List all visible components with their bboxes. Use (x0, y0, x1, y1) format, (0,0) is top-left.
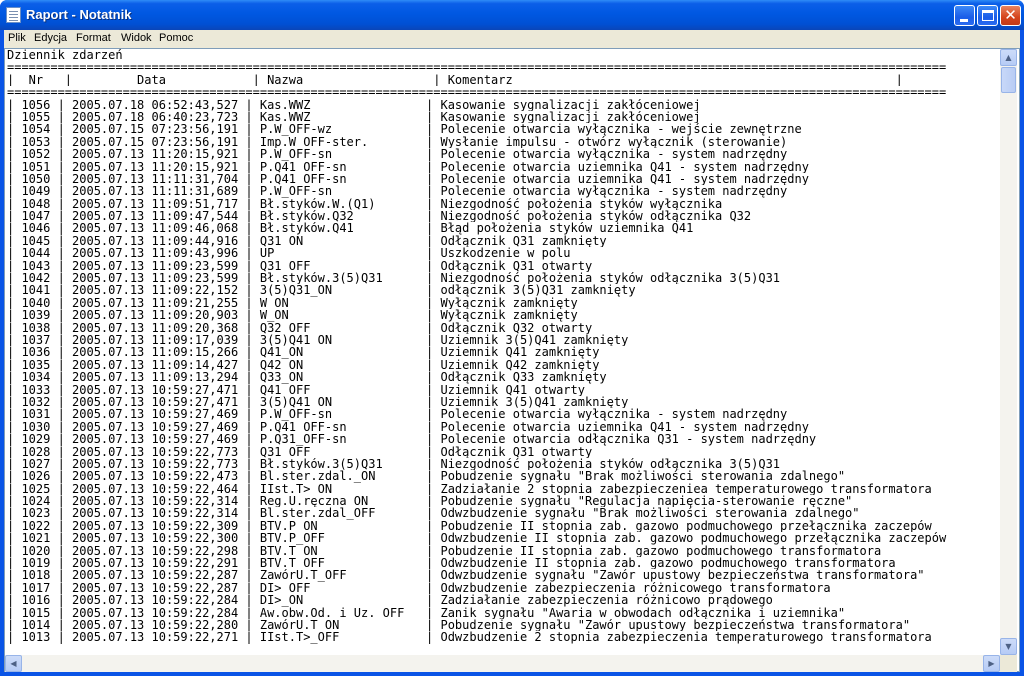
table-row: | 1037 | 2005.07.13 11:09:17,039 | 3(5)Q… (7, 333, 629, 347)
table-row: | 1036 | 2005.07.13 11:09:15,266 | Q41_O… (7, 346, 600, 359)
table-row: | 1016 | 2005.07.13 10:59:22,284 | DI>_O… (7, 594, 773, 607)
table-header: | Nr | Data | Nazwa | Komentarz | (7, 73, 903, 87)
vertical-scroll-thumb[interactable] (1001, 67, 1016, 93)
close-button[interactable]: ✕ (1000, 5, 1021, 26)
table-row: | 1041 | 2005.07.13 11:09:22,152 | 3(5)Q… (7, 284, 636, 297)
scroll-right-button[interactable]: ▶ (983, 655, 1000, 672)
close-icon: ✕ (1004, 6, 1017, 24)
table-row: | 1053 | 2005.07.15 07:23:56,191 | Imp.W… (7, 135, 788, 149)
table-row: | 1046 | 2005.07.13 11:09:46,068 | Bł.st… (7, 222, 694, 235)
table-row: | 1025 | 2005.07.13 10:59:22,464 | IIst.… (7, 482, 932, 496)
menu-plik[interactable]: Plik (8, 32, 26, 44)
menu-format[interactable]: Format (76, 32, 111, 44)
table-row: | 1032 | 2005.07.13 10:59:27,471 | 3(5)Q… (7, 395, 629, 409)
table-row: | 1050 | 2005.07.13 11:11:31,704 | P.Q41… (7, 172, 809, 186)
notepad-icon[interactable] (6, 7, 21, 23)
horizontal-scrollbar[interactable]: ◀ ▶ (5, 655, 1000, 672)
table-row: | 1056 | 2005.07.18 06:52:43,527 | Kas.W… (7, 98, 701, 111)
minimize-button[interactable] (954, 5, 975, 26)
table-row: | 1054 | 2005.07.15 07:23:56,191 | P.W_O… (7, 123, 802, 136)
text-editor[interactable]: Dziennik zdarzeń ========================… (4, 48, 1020, 672)
table-row: | 1020 | 2005.07.13 10:59:22,298 | BTV.T… (7, 544, 882, 558)
menu-widok[interactable]: Widok (121, 32, 152, 44)
maximize-icon (982, 10, 994, 21)
document-heading: Dziennik zdarzeń (7, 49, 123, 62)
table-row: | 1015 | 2005.07.13 10:59:22,284 | Aw.ob… (7, 606, 846, 619)
table-row: | 1017 | 2005.07.13 10:59:22,287 | DI>_O… (7, 581, 831, 595)
minimize-icon (960, 19, 968, 22)
table-row: | 1052 | 2005.07.13 11:20:15,921 | P.W_O… (7, 148, 788, 161)
menu-pomoc[interactable]: Pomoc (159, 32, 193, 44)
table-row: | 1031 | 2005.07.13 10:59:27,469 | P.W_O… (7, 408, 788, 421)
table-row: | 1029 | 2005.07.13 10:59:27,469 | P.Q31… (7, 433, 817, 446)
table-row: | 1051 | 2005.07.13 11:20:15,921 | P.Q41… (7, 160, 809, 173)
notepad-window: Raport - Notatnik ✕ Plik Edycja Format W… (0, 0, 1024, 676)
scroll-left-button[interactable]: ◀ (5, 655, 22, 672)
document-text[interactable]: Dziennik zdarzeń ========================… (7, 49, 1001, 653)
table-row: | 1047 | 2005.07.13 11:09:47,544 | Bł.st… (7, 210, 752, 223)
table-row: | 1026 | 2005.07.13 10:59:22,473 | Bl.st… (7, 470, 846, 483)
scrollbar-corner (1000, 655, 1017, 672)
table-row: | 1042 | 2005.07.13 11:09:23,599 | Bł.st… (7, 272, 781, 285)
scroll-down-button[interactable]: ▼ (1000, 638, 1017, 655)
table-row: | 1040 | 2005.07.13 11:09:21,255 | W_ON … (7, 296, 578, 310)
table-row: | 1030 | 2005.07.13 10:59:27,469 | P.Q41… (7, 420, 809, 434)
window-title: Raport - Notatnik (26, 7, 132, 22)
table-row: | 1022 | 2005.07.13 10:59:22,309 | BTV.P… (7, 519, 932, 533)
table-row: | 1013 | 2005.07.13 10:59:22,271 | IIst.… (7, 631, 932, 644)
table-row: | 1048 | 2005.07.13 11:09:51,717 | Bł.st… (7, 197, 723, 211)
table-row: | 1039 | 2005.07.13 11:09:20,903 | W_ON … (7, 309, 578, 322)
separator-line: ========================================… (7, 86, 947, 99)
menu-edycja[interactable]: Edycja (34, 32, 67, 44)
title-bar[interactable]: Raport - Notatnik ✕ (0, 0, 1024, 30)
table-row: | 1018 | 2005.07.13 10:59:22,287 | Zawór… (7, 569, 925, 582)
table-row: | 1055 | 2005.07.18 06:40:23,723 | Kas.W… (7, 110, 701, 124)
table-row: | 1044 | 2005.07.13 11:09:43,996 | UP | … (7, 247, 571, 260)
scroll-up-button[interactable]: ▲ (1000, 49, 1017, 66)
table-row: | 1014 | 2005.07.13 10:59:22,280 | Zawór… (7, 618, 911, 632)
table-row: | 1045 | 2005.07.13 11:09:44,916 | Q31_O… (7, 234, 607, 248)
table-row: | 1021 | 2005.07.13 10:59:22,300 | BTV.P… (7, 532, 947, 545)
table-row: | 1028 | 2005.07.13 10:59:22,773 | Q31_O… (7, 445, 593, 458)
table-row: | 1049 | 2005.07.13 11:11:31,689 | P.W_O… (7, 185, 788, 198)
table-row: | 1027 | 2005.07.13 10:59:22,773 | Bł.st… (7, 457, 781, 471)
separator-line: ========================================… (7, 61, 947, 74)
table-row: | 1019 | 2005.07.13 10:59:22,291 | BTV.T… (7, 557, 896, 570)
maximize-button[interactable] (977, 5, 998, 26)
table-row: | 1043 | 2005.07.13 11:09:23,599 | Q31_O… (7, 259, 593, 273)
table-row: | 1033 | 2005.07.13 10:59:27,471 | Q41_O… (7, 383, 585, 396)
menu-bar: Plik Edycja Format Widok Pomoc (4, 30, 1020, 48)
table-row: | 1024 | 2005.07.13 10:59:22,314 | Reg.U… (7, 495, 853, 508)
table-row: | 1023 | 2005.07.13 10:59:22,314 | Bl.st… (7, 507, 860, 520)
vertical-scrollbar[interactable]: ▲ ▼ (1000, 49, 1017, 655)
table-row: | 1034 | 2005.07.13 11:09:13,294 | Q33_O… (7, 371, 607, 384)
table-row: | 1035 | 2005.07.13 11:09:14,427 | Q42_O… (7, 358, 600, 372)
table-row: | 1038 | 2005.07.13 11:09:20,368 | Q32_O… (7, 321, 593, 334)
